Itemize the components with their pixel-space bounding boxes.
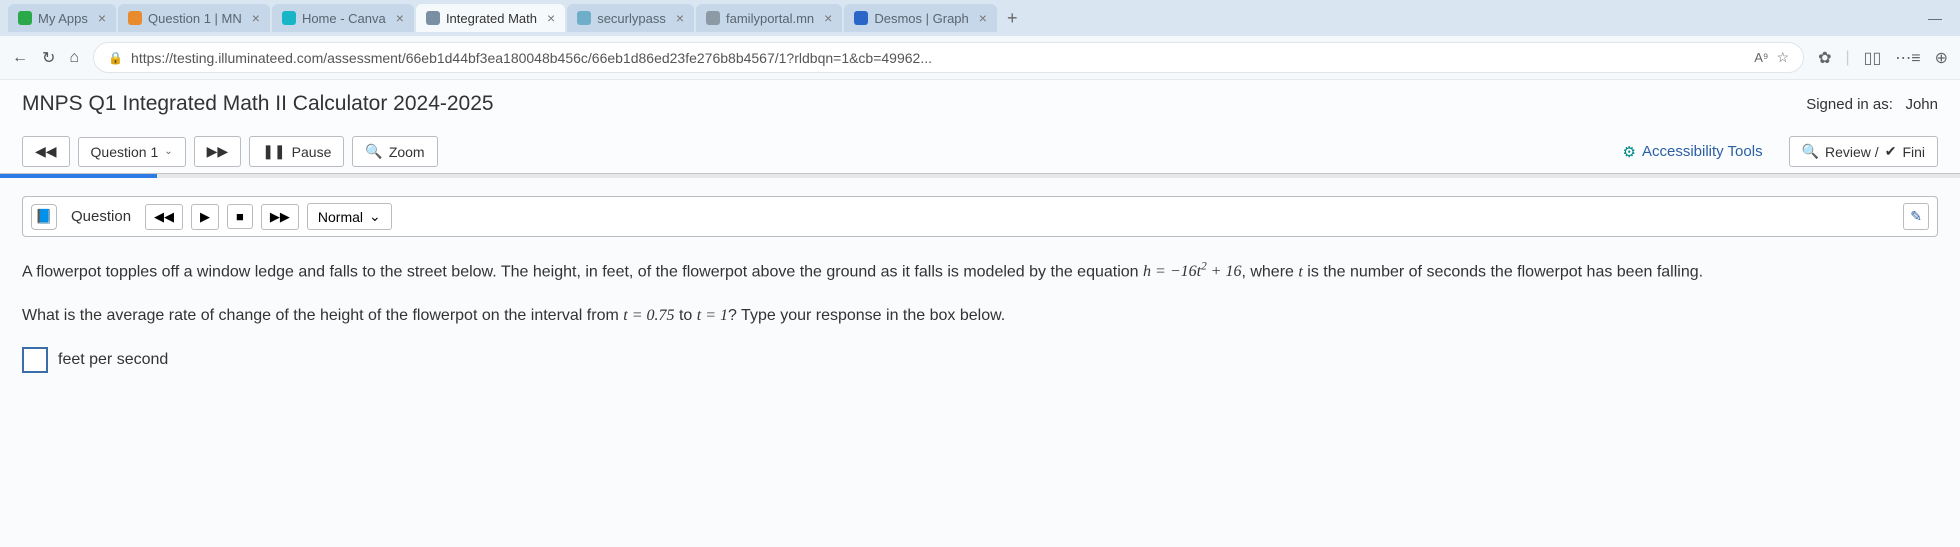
reader-icon[interactable]: A⁹ bbox=[1754, 50, 1768, 65]
question-nav-toolbar: ◀◀ Question 1 ⌄ ▶▶ ❚❚ Pause 🔍 Zoom ⚙ Acc… bbox=[0, 130, 1960, 174]
next-question-button[interactable]: ▶▶ bbox=[194, 136, 242, 167]
tab-favicon bbox=[854, 11, 868, 25]
extensions-icon[interactable]: ✿ bbox=[1818, 48, 1831, 68]
tab-desmos[interactable]: Desmos | Graph × bbox=[844, 4, 997, 32]
media-rewind-button[interactable]: ◀◀ bbox=[145, 204, 183, 230]
text: to bbox=[679, 307, 697, 324]
close-icon[interactable]: × bbox=[979, 10, 987, 26]
review-finish-button[interactable]: 🔍 Review / ✔ Fini bbox=[1789, 136, 1938, 167]
pause-label: Pause bbox=[292, 144, 332, 160]
signed-user: John bbox=[1905, 96, 1938, 113]
divider: | bbox=[1845, 49, 1849, 67]
pause-button[interactable]: ❚❚ Pause bbox=[249, 136, 344, 167]
home-icon[interactable]: ⌂ bbox=[69, 49, 79, 67]
close-icon[interactable]: × bbox=[547, 10, 555, 26]
back-icon[interactable]: ← bbox=[12, 49, 28, 67]
chevron-down-icon: ⌄ bbox=[164, 146, 172, 157]
chevron-down-icon: ⌄ bbox=[369, 208, 381, 225]
speed-selector[interactable]: Normal ⌄ bbox=[307, 203, 392, 230]
pause-icon: ❚❚ bbox=[262, 143, 285, 160]
text: What is the average rate of change of th… bbox=[22, 307, 623, 324]
question-paragraph-2: What is the average rate of change of th… bbox=[22, 303, 1938, 329]
tab-label: securlypass bbox=[597, 11, 666, 26]
question-toolbar: 📘 Question ◀◀ ▶ ■ ▶▶ Normal ⌄ ✎ bbox=[22, 196, 1938, 237]
window-minimize-icon[interactable]: — bbox=[1928, 10, 1942, 26]
zoom-label: Zoom bbox=[389, 144, 425, 160]
tab-favicon bbox=[426, 11, 440, 25]
tab-label: Question 1 | MN bbox=[148, 11, 242, 26]
media-forward-button[interactable]: ▶▶ bbox=[261, 204, 299, 230]
search-icon: 🔍 bbox=[1802, 143, 1819, 160]
tab-favicon bbox=[282, 11, 296, 25]
tab-label: Home - Canva bbox=[302, 11, 386, 26]
url-input[interactable]: 🔒 https://testing.illuminateed.com/asses… bbox=[93, 42, 1804, 73]
tab-canva[interactable]: Home - Canva × bbox=[272, 4, 414, 32]
accessibility-icon: ⚙ bbox=[1623, 143, 1636, 161]
zoom-button[interactable]: 🔍 Zoom bbox=[352, 136, 437, 167]
answer-row: feet per second bbox=[22, 347, 1938, 373]
finish-label: Fini bbox=[1902, 144, 1925, 160]
lock-icon: 🔒 bbox=[108, 51, 123, 65]
close-icon[interactable]: × bbox=[98, 10, 106, 26]
accessibility-label: Accessibility Tools bbox=[1642, 143, 1763, 160]
question-selector[interactable]: Question 1 ⌄ bbox=[78, 137, 186, 167]
accessibility-tools-button[interactable]: ⚙ Accessibility Tools bbox=[1623, 143, 1763, 161]
tab-label: My Apps bbox=[38, 11, 88, 26]
browser-tab-strip: My Apps × Question 1 | MN × Home - Canva… bbox=[0, 0, 1960, 36]
review-label: Review / bbox=[1825, 144, 1879, 160]
signed-in-label: Signed in as: John bbox=[1806, 96, 1938, 113]
question-selector-label: Question 1 bbox=[91, 144, 159, 160]
text: ? Type your response in the box below. bbox=[728, 307, 1005, 324]
apps-icon[interactable]: ⊕ bbox=[1935, 48, 1948, 68]
tab-label: Integrated Math bbox=[446, 11, 537, 26]
tab-favicon bbox=[577, 11, 591, 25]
tab-my-apps[interactable]: My Apps × bbox=[8, 4, 116, 32]
tab-favicon bbox=[18, 11, 32, 25]
tab-securlypass[interactable]: securlypass × bbox=[567, 4, 694, 32]
collections-icon[interactable]: ⋯≡ bbox=[1895, 48, 1920, 68]
media-stop-button[interactable]: ■ bbox=[227, 204, 253, 229]
question-body: A flowerpot topples off a window ledge a… bbox=[0, 237, 1960, 387]
text: A flowerpot topples off a window ledge a… bbox=[22, 263, 1143, 280]
question-logo-icon: 📘 bbox=[31, 204, 57, 230]
split-icon[interactable]: ▯▯ bbox=[1864, 48, 1882, 68]
equation-t-end: t = 1 bbox=[697, 307, 728, 324]
tab-favicon bbox=[706, 11, 720, 25]
check-icon: ✔ bbox=[1885, 143, 1897, 160]
tab-label: familyportal.mn bbox=[726, 11, 814, 26]
tab-integrated-math[interactable]: Integrated Math × bbox=[416, 4, 565, 32]
close-icon[interactable]: × bbox=[676, 10, 684, 26]
answer-unit: feet per second bbox=[58, 347, 168, 373]
refresh-icon[interactable]: ↻ bbox=[42, 48, 55, 68]
tab-label: Desmos | Graph bbox=[874, 11, 968, 26]
tab-question-mn[interactable]: Question 1 | MN × bbox=[118, 4, 270, 32]
assessment-title: MNPS Q1 Integrated Math II Calculator 20… bbox=[22, 92, 494, 116]
equation-t-start: t = 0.75 bbox=[623, 307, 674, 324]
new-tab-button[interactable]: + bbox=[999, 4, 1026, 33]
close-icon[interactable]: × bbox=[396, 10, 404, 26]
tab-familyportal[interactable]: familyportal.mn × bbox=[696, 4, 842, 32]
signed-label: Signed in as: bbox=[1806, 96, 1893, 113]
prev-question-button[interactable]: ◀◀ bbox=[22, 136, 70, 167]
equation-height: h = −16t2 + 16 bbox=[1143, 263, 1241, 280]
answer-input[interactable] bbox=[22, 347, 48, 373]
question-paragraph-1: A flowerpot topples off a window ledge a… bbox=[22, 259, 1938, 285]
assessment-header: MNPS Q1 Integrated Math II Calculator 20… bbox=[0, 80, 1960, 130]
speed-label: Normal bbox=[318, 209, 363, 225]
text: is the number of seconds the flowerpot h… bbox=[1303, 263, 1703, 280]
address-bar: ← ↻ ⌂ 🔒 https://testing.illuminateed.com… bbox=[0, 36, 1960, 80]
favorite-icon[interactable]: ☆ bbox=[1777, 49, 1790, 66]
close-icon[interactable]: × bbox=[252, 10, 260, 26]
edit-icon[interactable]: ✎ bbox=[1903, 203, 1929, 230]
tab-favicon bbox=[128, 11, 142, 25]
close-icon[interactable]: × bbox=[824, 10, 832, 26]
search-icon: 🔍 bbox=[365, 143, 382, 160]
url-text: https://testing.illuminateed.com/assessm… bbox=[131, 50, 1746, 66]
text: , where bbox=[1241, 263, 1298, 280]
media-play-button[interactable]: ▶ bbox=[191, 204, 219, 230]
question-toolbar-title: Question bbox=[65, 208, 137, 225]
